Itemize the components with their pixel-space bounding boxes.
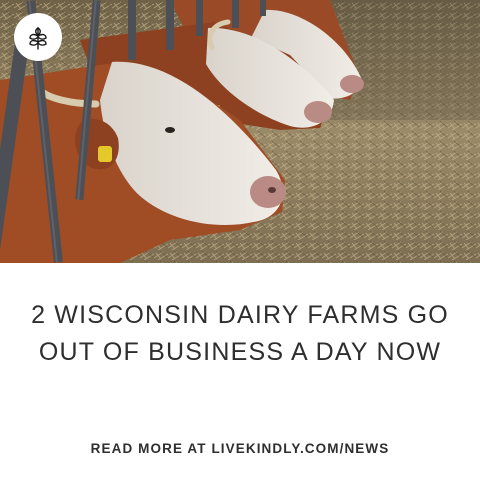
- read-more-link[interactable]: READ MORE AT LIVEKINDLY.COM/NEWS: [0, 441, 480, 456]
- headline-line-2: OUT OF BUSINESS A DAY NOW: [38, 338, 442, 366]
- headline: 2 WISCONSIN DAIRY FARMS GO OUT OF BUSINE…: [0, 297, 480, 371]
- headline-line-1: 2 WISCONSIN DAIRY FARMS GO: [31, 301, 449, 329]
- sprout-leaf-icon: [29, 27, 47, 50]
- news-card: 2 WISCONSIN DAIRY FARMS GO OUT OF BUSINE…: [0, 0, 480, 480]
- cows-eating-hay-photo: [0, 0, 480, 263]
- logo-badge[interactable]: [14, 13, 62, 61]
